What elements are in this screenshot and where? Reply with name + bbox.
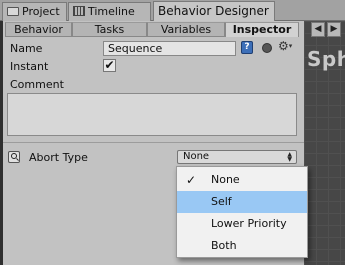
checkmark-icon: ✔ [104, 58, 115, 72]
comment-textarea[interactable] [7, 93, 297, 136]
breakpoint-circle-icon[interactable] [262, 43, 272, 53]
scroll-left-button[interactable]: ◀ [311, 22, 325, 37]
help-icon[interactable]: ? [241, 41, 253, 54]
folder-icon [7, 6, 19, 16]
checkmark-icon: ✓ [186, 173, 197, 187]
tab-tasks[interactable]: Tasks [72, 22, 147, 37]
gear-icon[interactable]: ⚙▾ [278, 39, 292, 53]
comment-label: Comment [10, 78, 64, 91]
triangle-left-icon: ◀ [314, 24, 322, 34]
abort-type-menu: ✓ None Self Lower Priority Both [176, 166, 308, 258]
window-tab-bar: Project Timeline Behavior Designer [0, 0, 345, 22]
section-divider [3, 142, 304, 143]
window-tab-behavior-designer-label: Behavior Designer [158, 4, 269, 18]
window-tab-timeline[interactable]: Timeline [68, 2, 151, 21]
instant-checkbox[interactable]: ✔ [103, 59, 116, 72]
name-label: Name [10, 42, 43, 55]
search-icon[interactable] [8, 151, 20, 163]
window-tab-behavior-designer[interactable]: Behavior Designer [153, 1, 275, 22]
timeline-icon [73, 6, 85, 16]
scene-partial-text: Sph [307, 47, 345, 71]
scroll-right-button[interactable]: ▶ [327, 22, 341, 37]
tab-inspector[interactable]: Inspector [225, 22, 299, 37]
updown-arrows-icon: ▲ ▼ [287, 151, 292, 163]
menu-item-label: None [211, 173, 240, 186]
name-field[interactable]: Sequence [103, 41, 236, 56]
abort-type-selected-value: None [183, 151, 210, 162]
tab-behavior[interactable]: Behavior [5, 22, 72, 37]
window-tab-timeline-label: Timeline [88, 5, 135, 18]
menu-item-lower-priority[interactable]: Lower Priority [177, 213, 307, 235]
window-tab-project-label: Project [22, 5, 60, 18]
menu-item-label: Both [211, 239, 237, 252]
triangle-right-icon: ▶ [330, 24, 338, 34]
menu-item-self[interactable]: Self [177, 191, 307, 213]
menu-item-both[interactable]: Both [177, 235, 307, 257]
window-tab-project[interactable]: Project [2, 2, 67, 21]
menu-item-label: Self [211, 195, 232, 208]
menu-item-label: Lower Priority [211, 217, 287, 230]
menu-item-none[interactable]: ✓ None [177, 169, 307, 191]
instant-label: Instant [10, 60, 49, 73]
sub-tab-bar: Behavior Tasks Variables Inspector [3, 21, 304, 37]
abort-type-label: Abort Type [29, 151, 88, 164]
abort-type-dropdown[interactable]: None ▲ ▼ [177, 150, 297, 164]
tab-variables[interactable]: Variables [147, 22, 225, 37]
